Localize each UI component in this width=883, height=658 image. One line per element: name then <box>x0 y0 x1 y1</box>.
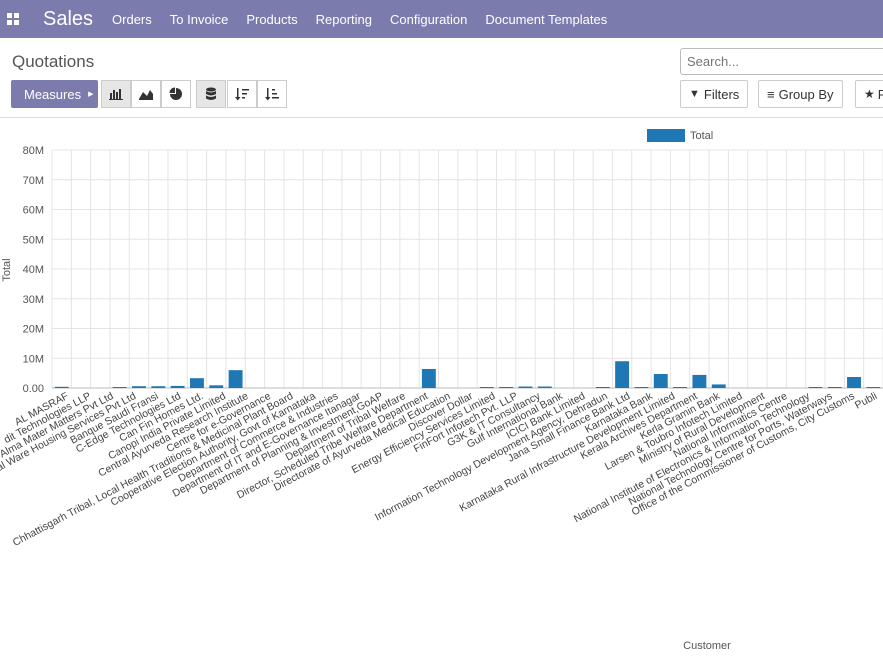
area-chart-icon <box>139 90 153 100</box>
caret-right-icon: ▶ <box>88 91 94 98</box>
control-panel: Quotations Measures ▶ ▼ Filters ≡ Group … <box>0 38 883 118</box>
y-tick-label: 40M <box>23 264 44 276</box>
legend-label: Total <box>690 130 713 142</box>
bar[interactable] <box>112 387 127 388</box>
bar[interactable] <box>537 386 552 388</box>
bar[interactable] <box>421 368 436 388</box>
star-icon: ★ <box>864 87 875 101</box>
bar[interactable] <box>132 386 146 388</box>
sort-ascending-button[interactable] <box>257 80 287 108</box>
y-tick-label: 70M <box>23 175 44 187</box>
filters-button[interactable]: ▼ Filters <box>680 80 749 108</box>
sort-ascending-icon <box>265 88 279 101</box>
graph-view: 0.00 10M 20M 30M 40M 50M 60M 70M 80M AL MASRAF di… <box>0 118 883 653</box>
search-input[interactable] <box>680 48 883 75</box>
x-axis-label: Customer <box>683 640 731 652</box>
bar-chart-icon <box>109 89 123 100</box>
bar[interactable] <box>634 387 649 388</box>
y-axis-label: Total <box>1 258 13 281</box>
y-tick-label: 60M <box>23 205 44 217</box>
x-tick-label: Publi <box>853 390 879 412</box>
pie-chart-button[interactable] <box>161 80 191 108</box>
bar-chart: 0.0010M20M30M40M50M60M70M80M AL MASRAFdi… <box>0 129 883 652</box>
measures-button[interactable]: Measures ▶ <box>11 80 98 108</box>
page-title: Quotations <box>12 52 95 71</box>
menu-products[interactable]: Products <box>246 12 297 27</box>
measures-label: Measures <box>24 86 82 102</box>
y-tick-label: 20M <box>23 324 44 336</box>
bar[interactable] <box>209 385 224 388</box>
bar[interactable] <box>595 387 610 388</box>
bar[interactable] <box>189 378 204 388</box>
y-tick-label: 30M <box>23 294 44 306</box>
sort-descending-button[interactable] <box>227 80 257 108</box>
bar[interactable] <box>151 386 166 388</box>
sort-descending-icon <box>235 88 249 101</box>
legend-swatch <box>647 129 685 142</box>
bar[interactable] <box>692 374 707 388</box>
app-brand[interactable]: Sales <box>43 8 93 31</box>
bar[interactable] <box>54 386 69 388</box>
list-icon: ≡ <box>767 86 775 102</box>
bar[interactable] <box>711 384 726 388</box>
y-tick-label: 50M <box>23 234 44 246</box>
group-by-label: Group By <box>778 86 834 102</box>
y-tick-label: 10M <box>23 353 44 365</box>
stacked-button[interactable] <box>196 80 226 108</box>
menu-to-invoice[interactable]: To Invoice <box>170 12 229 27</box>
bar[interactable] <box>170 385 185 388</box>
pie-chart-icon <box>169 87 182 100</box>
line-chart-button[interactable] <box>131 80 161 108</box>
group-by-button[interactable]: ≡ Group By <box>758 80 843 108</box>
bar[interactable] <box>499 387 514 388</box>
bar[interactable] <box>653 374 668 388</box>
bar[interactable] <box>228 370 243 388</box>
favorites-button[interactable]: ★ F <box>855 80 883 108</box>
y-tick-label: 80M <box>23 145 44 157</box>
filter-icon: ▼ <box>689 88 700 100</box>
database-icon <box>206 87 216 100</box>
y-tick-label: 0.00 <box>23 383 44 395</box>
menu-reporting[interactable]: Reporting <box>316 12 372 27</box>
bar[interactable] <box>866 387 881 388</box>
top-navbar: Sales Orders To Invoice Products Reporti… <box>0 0 883 38</box>
bar[interactable] <box>518 386 533 388</box>
menu-orders[interactable]: Orders <box>112 12 152 27</box>
bar[interactable] <box>847 376 861 388</box>
bar[interactable] <box>827 387 842 388</box>
menu-document-templates[interactable]: Document Templates <box>485 12 607 27</box>
menu-configuration[interactable]: Configuration <box>390 12 467 27</box>
filters-label: Filters <box>703 86 740 102</box>
bar[interactable] <box>673 387 688 388</box>
favorites-label: F <box>877 86 883 102</box>
apps-menu-icon[interactable] <box>7 13 19 25</box>
bar[interactable] <box>479 387 494 388</box>
bar-chart-button[interactable] <box>101 80 131 108</box>
bar[interactable] <box>808 387 823 388</box>
bar[interactable] <box>615 361 630 388</box>
